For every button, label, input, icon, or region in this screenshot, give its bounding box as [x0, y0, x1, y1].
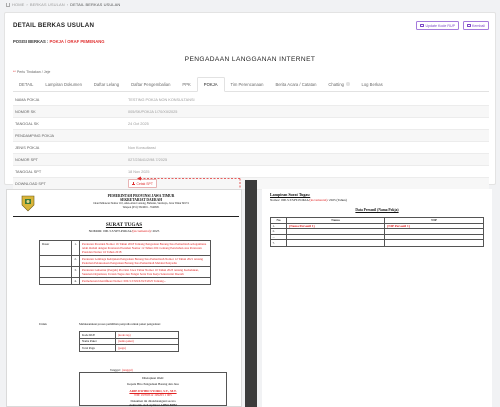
lampiran-subtitle: Data Personil (Nama Pokja): [355, 208, 399, 212]
row-tanggal-sk: TANGGAL SK 24 Oct 2025: [13, 118, 489, 130]
tab-ppk[interactable]: PPK: [176, 77, 196, 92]
table-row: 7.: [271, 240, 483, 246]
tab-lampiran-dokumen[interactable]: Lampiran Dokumen: [39, 77, 88, 92]
breadcrumb: HOME › BERKAS USULAN › DETAIL BERKAS USU…: [6, 2, 120, 7]
tab-log-berkas[interactable]: Log Berkas: [356, 77, 389, 92]
tab-berita-acara[interactable]: Berita Acara / Catatan: [269, 77, 322, 92]
page-divider: [245, 180, 257, 407]
tab-detail[interactable]: DETAIL: [13, 77, 39, 92]
back-icon: [467, 23, 471, 28]
surat-title: SURAT TUGAS: [105, 222, 143, 228]
chat-badge: [346, 82, 350, 86]
paket-table: Kode RUP (kode rup) Nama Paket (nama paket…: [79, 331, 179, 352]
package-title: PENGADAAN LANGGANAN INTERNET: [184, 56, 316, 63]
tab-bar: DETAIL Lampiran Dokumen Daftar Lelang Da…: [13, 77, 489, 92]
posisi-berkas: POSISI BERKAS : POKJA / ORAF PEMENANG: [13, 39, 105, 44]
row-pendamping-pokja: PENDAMPING POKJA: [13, 130, 489, 142]
page-title: DETAIL BERKAS USULAN: [13, 22, 95, 29]
breadcrumb-current: DETAIL BERKAS USULAN: [70, 2, 121, 7]
detail-card: DETAIL BERKAS USULAN Update Kode RUP Kem…: [4, 12, 496, 190]
signature-block: Tanggal : (tanggal) Ditetapkan Oleh: Kep…: [79, 368, 227, 407]
personil-table: No Nama NIP 1. {Nama Personil 1} {NIP Pe…: [270, 217, 484, 247]
breadcrumb-home[interactable]: HOME: [12, 2, 24, 7]
row-nama-pokja: NAMA POKJA TESTING POKJA NON KONSULTANSI: [13, 94, 489, 106]
tab-tim-perencanaan[interactable]: Tim Perencanaan: [225, 77, 270, 92]
lampiran-page: Lampiran Surat Tugas: Nomor: 000.3.3/SPT…: [262, 189, 492, 407]
row-tanggal-spt: TANGGAL SPT 18 Nov 2025: [13, 166, 489, 178]
breadcrumb-berkas[interactable]: BERKAS USULAN: [30, 2, 65, 7]
cetak-spt-button[interactable]: Cetak SPT: [128, 179, 157, 188]
row-nomor-sk: NOMOR SK 005/SK/POKJA 1/70/XII/2025: [13, 106, 489, 118]
kembali-button[interactable]: Kembali: [463, 21, 489, 31]
untuk-section: Untuk Melaksanakan proses pemilihan penye…: [39, 322, 161, 326]
download-icon: [132, 181, 135, 185]
tab-chatting[interactable]: Chatting: [322, 77, 355, 92]
home-icon[interactable]: [6, 2, 10, 7]
dasar-table: Dasar 1. Peraturan Presiden Nomor 16 Tah…: [39, 240, 211, 285]
edit-icon: [420, 23, 424, 28]
required-note: ** Perlu Tindakan / Jeje: [13, 70, 51, 74]
surat-tugas-page: PEMERINTAH PROVINSI JAWA TIMUR SEKRETARI…: [6, 189, 242, 407]
letterhead: PEMERINTAH PROVINSI JAWA TIMUR SEKRETARI…: [13, 192, 239, 217]
tab-pokja[interactable]: POKJA: [196, 77, 225, 92]
surat-number: NOMOR: 000.3.3/SPT-POKJA/(incremental)/ …: [88, 229, 160, 233]
row-jenis-pokja: JENIS POKJA Non Konsultansi: [13, 142, 489, 154]
tab-daftar-pengembalian[interactable]: Daftar Pengembalian: [125, 77, 176, 92]
update-kode-rup-button[interactable]: Update Kode RUP: [416, 21, 460, 31]
crest-logo: [21, 195, 35, 212]
row-nomor-spt: NOMOR SPT 027/23641/2/98.7/2025: [13, 154, 489, 166]
lampiran-number: Nomor: 000.3.3/SPT-POKJA/(incremental)/ …: [270, 198, 347, 202]
tab-daftar-lelang[interactable]: Daftar Lelang: [88, 77, 125, 92]
detail-list: NAMA POKJA TESTING POKJA NON KONSULTANSI …: [13, 94, 489, 190]
header-actions: Update Kode RUP Kembali: [416, 21, 489, 31]
lampiran-title: Lampiran Surat Tugas:: [270, 192, 311, 197]
